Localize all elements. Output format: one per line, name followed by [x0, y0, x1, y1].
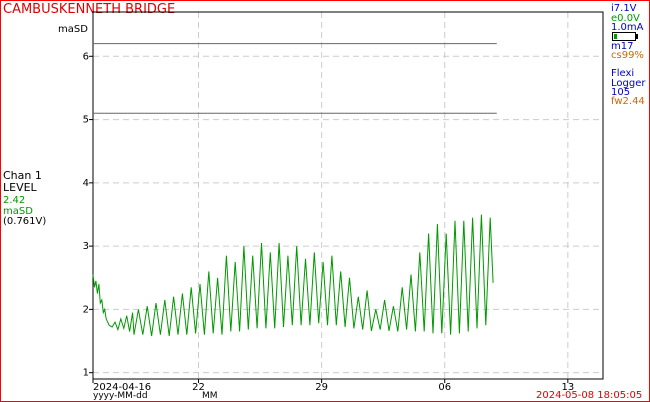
threshold-lines	[93, 43, 497, 114]
plot-area	[92, 11, 604, 380]
x-tick-label: 13	[561, 382, 574, 393]
x-axis-ticks: 2024-04-16 22 29 06 13	[92, 379, 574, 393]
x-tick-label: 06	[438, 382, 451, 393]
level-chart: 1 2 3 4 5 6 2024-04-16 22 29 06 13	[83, 11, 604, 393]
x-tick-label: 29	[315, 382, 328, 393]
x-tick-label: 22	[192, 382, 205, 393]
y-tick-label: 2	[83, 304, 89, 315]
window-frame: CAMBUSKENNETH BRIDGE maSD i7.1V e0.0V 1.…	[0, 0, 650, 402]
level-series-line	[92, 214, 494, 337]
y-tick-label: 6	[83, 51, 89, 62]
y-tick-label: 4	[83, 178, 89, 189]
y-tick-label: 3	[83, 241, 89, 252]
series-group	[92, 214, 494, 337]
y-tick-label: 5	[83, 115, 89, 126]
y-axis-ticks: 1 2 3 4 5 6	[83, 51, 93, 379]
chart-grid	[93, 12, 603, 379]
x-tick-label: 2024-04-16	[93, 382, 151, 393]
y-tick-label: 1	[83, 368, 89, 379]
